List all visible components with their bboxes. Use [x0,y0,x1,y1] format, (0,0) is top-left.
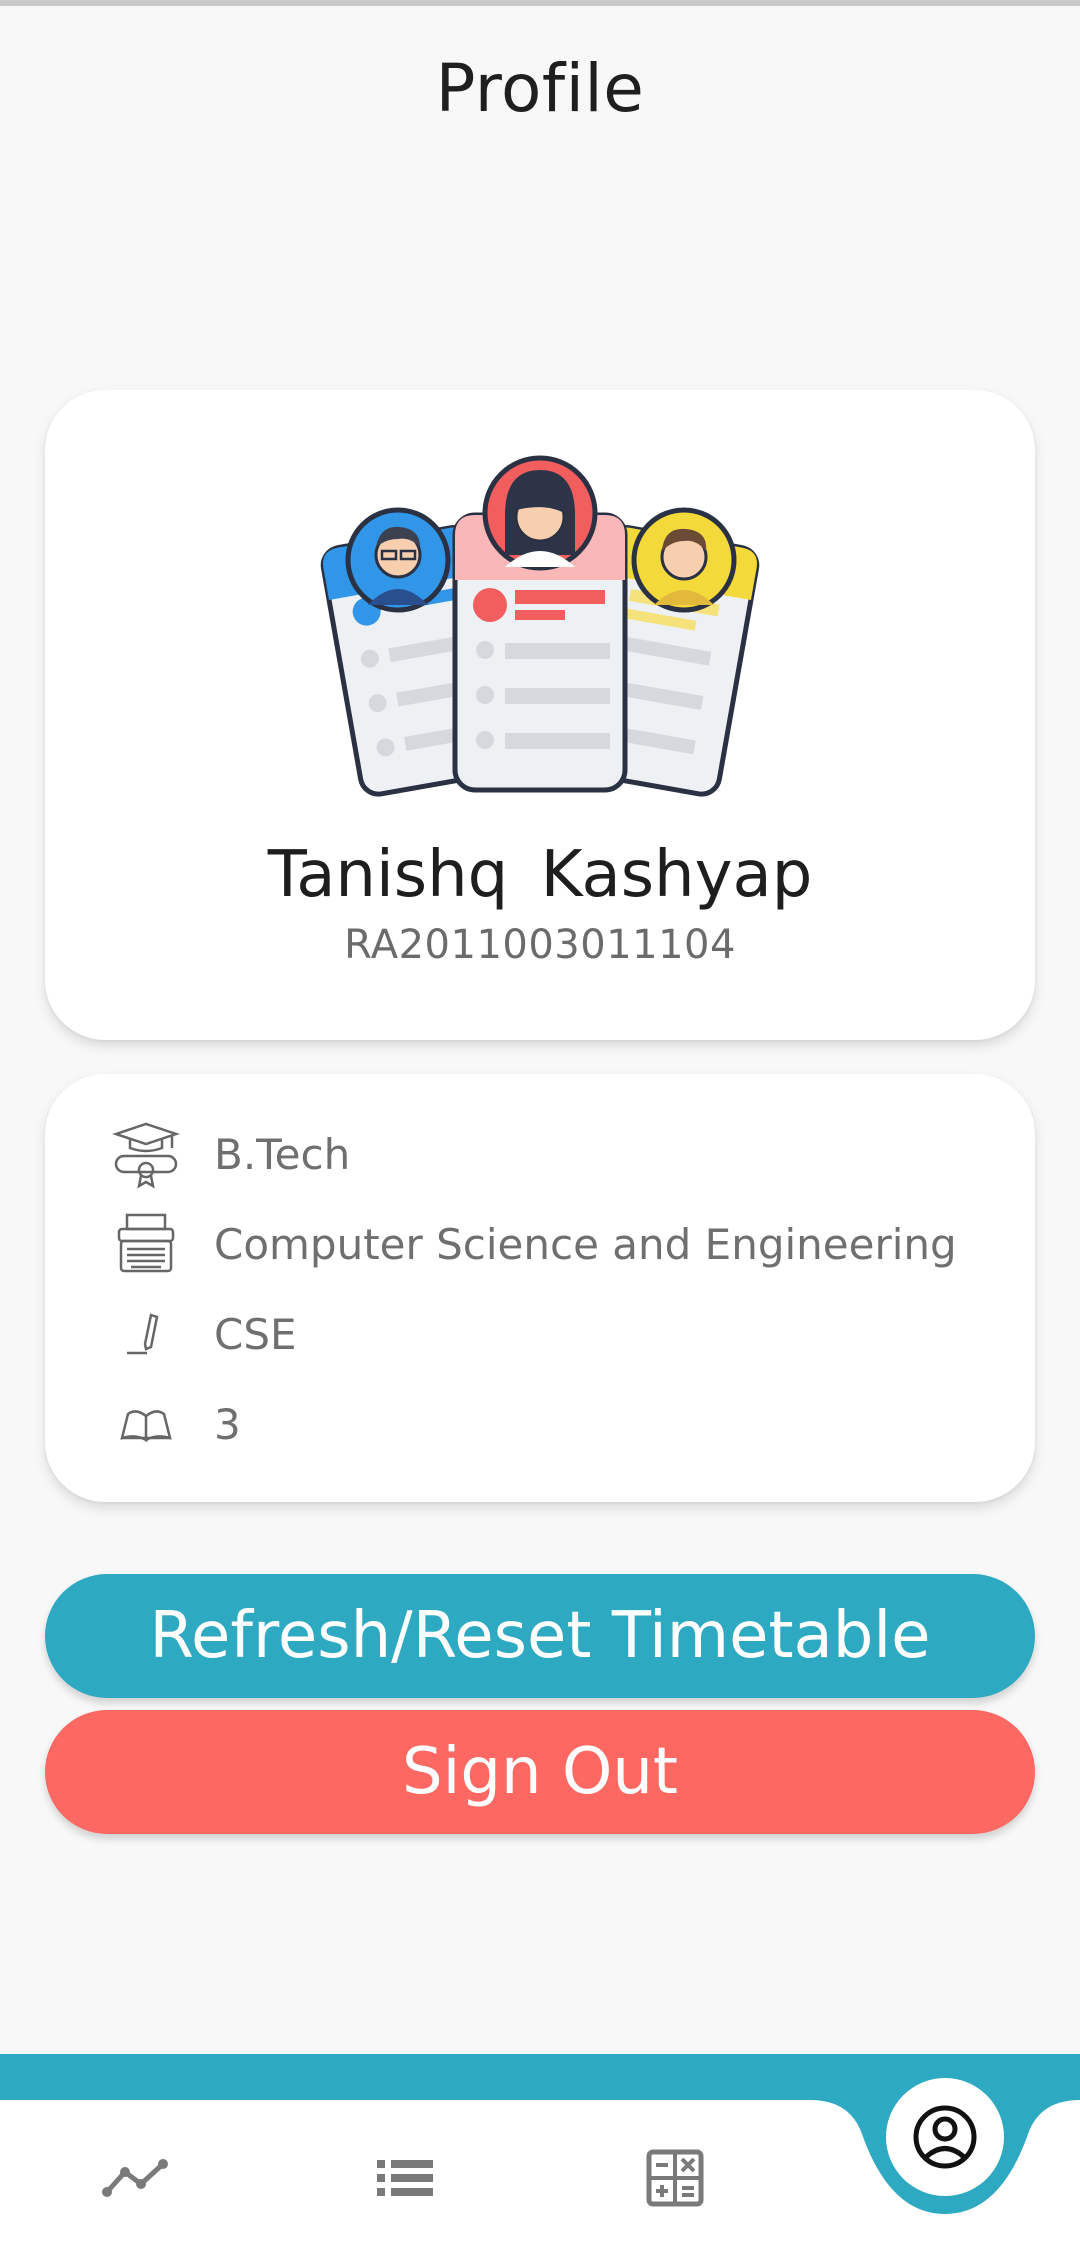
line-chart-icon [102,2159,168,2197]
degree-text: B.Tech [214,1129,351,1179]
graduation-cap-icon [108,1116,184,1192]
detail-row-semester: 3 [108,1384,1008,1464]
pen-icon [108,1296,184,1372]
user-name: Tanishq Kashyap [267,838,813,912]
open-book-icon [108,1386,184,1462]
bottom-navigation [0,2054,1080,2260]
detail-row-specialization: CSE [108,1294,1008,1374]
detail-row-degree: B.Tech [108,1114,1008,1194]
detail-row-department: Computer Science and Engineering [108,1204,1008,1284]
page-title: Profile [435,50,645,127]
refresh-timetable-button[interactable]: Refresh/Reset Timetable [45,1574,1035,1698]
list-icon [377,2160,433,2196]
semester-text: 3 [214,1399,241,1449]
status-divider [0,0,1080,6]
sign-out-button[interactable]: Sign Out [45,1710,1035,1834]
specialization-text: CSE [214,1309,297,1359]
profile-illustration [320,455,760,797]
account-circle-icon [913,2105,977,2169]
nav-profile-button[interactable] [886,2078,1004,2196]
nav-analytics-button[interactable] [95,2138,175,2218]
registration-number: RA2011003011104 [344,922,736,968]
department-text: Computer Science and Engineering [214,1219,957,1269]
nav-calculator-button[interactable] [635,2138,715,2218]
calculator-icon [646,2149,704,2207]
typewriter-icon [108,1206,184,1282]
nav-list-button[interactable] [365,2138,445,2218]
